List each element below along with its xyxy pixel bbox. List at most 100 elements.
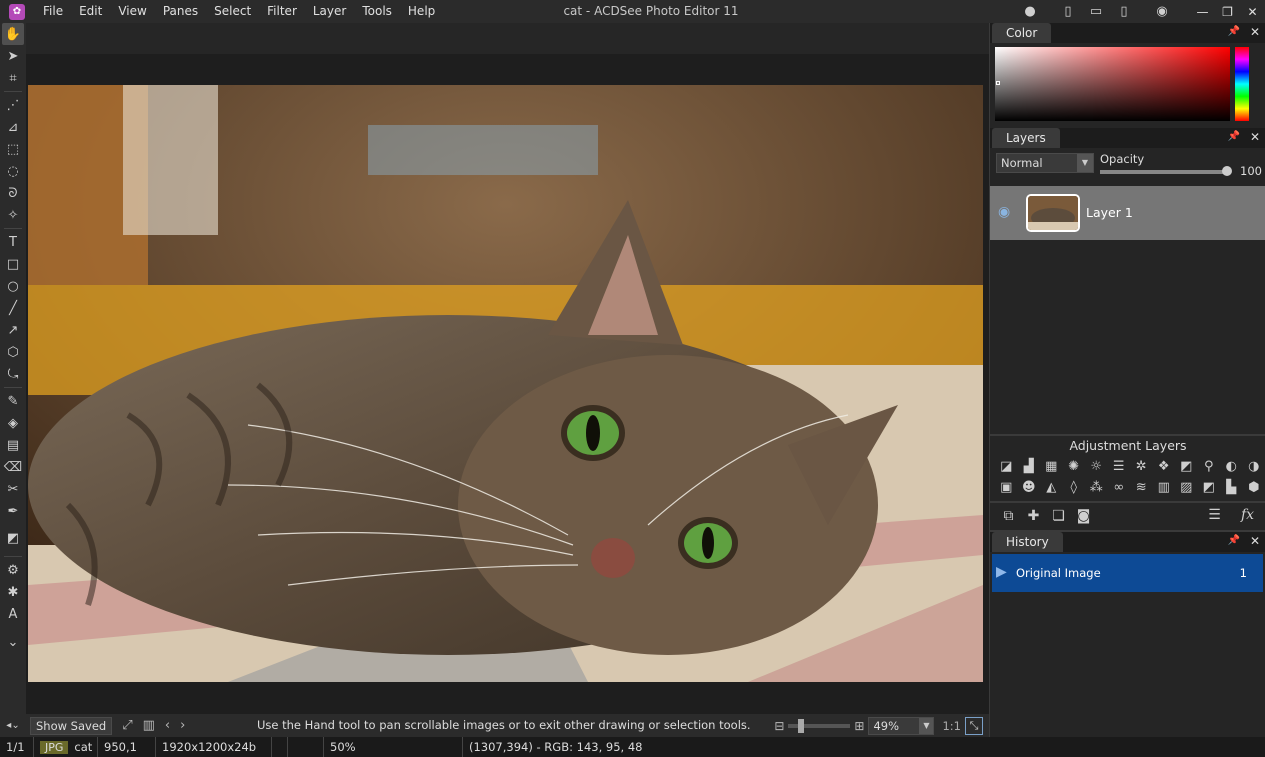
- menu-filter[interactable]: Filter: [259, 0, 305, 23]
- next-arrow-icon[interactable]: ›: [180, 718, 185, 733]
- toolbar-expand-icon[interactable]: ⌄: [0, 631, 26, 653]
- histogram-adjust-icon[interactable]: ▙: [1220, 480, 1243, 495]
- color-balance-icon[interactable]: ☰: [1108, 459, 1131, 474]
- rectangle-select-icon[interactable]: ⬚: [0, 138, 26, 160]
- hand-tool-icon[interactable]: ✋: [2, 23, 24, 45]
- close-icon[interactable]: ✕: [1250, 534, 1260, 548]
- opacity-slider-thumb[interactable]: [1222, 166, 1232, 176]
- menu-view[interactable]: View: [110, 0, 154, 23]
- restore-button[interactable]: ❐: [1215, 0, 1240, 23]
- menu-layer[interactable]: Layer: [305, 0, 354, 23]
- split-tone-icon[interactable]: ◩: [1198, 480, 1221, 495]
- levels-icon[interactable]: ▟: [1018, 459, 1041, 474]
- ellipse-tool-icon[interactable]: ○: [0, 275, 26, 297]
- eraser-tool-icon[interactable]: ⌫: [0, 456, 26, 478]
- tab-layers[interactable]: Layers: [992, 128, 1060, 148]
- account-icon[interactable]: ●: [1016, 0, 1044, 23]
- menu-help[interactable]: Help: [400, 0, 443, 23]
- curve-tool-icon[interactable]: ⤿: [0, 363, 26, 385]
- mask-layer-icon[interactable]: ◙: [1071, 508, 1096, 524]
- menu-panes[interactable]: Panes: [155, 0, 206, 23]
- menu-file[interactable]: File: [35, 0, 71, 23]
- actual-size-button[interactable]: 1:1: [942, 719, 961, 733]
- tab-history[interactable]: History: [992, 532, 1063, 552]
- repair-tool-icon[interactable]: ✱: [0, 581, 26, 603]
- app-logo-icon[interactable]: ✿: [9, 3, 25, 20]
- invert-icon[interactable]: ◐: [1220, 459, 1243, 474]
- polygon-tool-icon[interactable]: ⬡: [0, 341, 26, 363]
- left-pane-toggle-icon[interactable]: ▯: [1054, 0, 1082, 23]
- sharpen-icon[interactable]: ◭: [1040, 480, 1063, 495]
- fit-screen-icon[interactable]: ⤢: [122, 718, 132, 733]
- clone-tool-icon[interactable]: ✂: [0, 478, 26, 500]
- close-icon[interactable]: ✕: [1250, 130, 1260, 144]
- text-style-tool-icon[interactable]: A: [0, 603, 26, 625]
- add-layer-icon[interactable]: ✚: [1021, 508, 1046, 524]
- crop-tool-icon[interactable]: ⌗: [0, 67, 26, 89]
- bottom-pane-toggle-icon[interactable]: ▭: [1082, 0, 1110, 23]
- red-eye-tool-icon[interactable]: ⚙: [0, 559, 26, 581]
- dropper-icon[interactable]: ⚲: [1198, 459, 1221, 474]
- menu-tools[interactable]: Tools: [354, 0, 400, 23]
- text-tool-icon[interactable]: T: [0, 231, 26, 253]
- toolbar-collapse-icon[interactable]: ◂⌄: [0, 714, 26, 737]
- gradient-tool-icon[interactable]: ▤: [0, 434, 26, 456]
- minimize-button[interactable]: —: [1190, 0, 1215, 23]
- glasses-icon[interactable]: ∞: [1108, 480, 1131, 495]
- drop-icon[interactable]: ◊: [1063, 480, 1086, 495]
- pin-icon[interactable]: 📌: [1228, 535, 1240, 546]
- blend-mode-select[interactable]: Normal ▼: [996, 153, 1094, 173]
- landscape-icon[interactable]: ▨: [1175, 480, 1198, 495]
- cube-icon[interactable]: ⬢: [1243, 480, 1265, 495]
- color-picker-marker[interactable]: [996, 81, 1000, 85]
- pin-icon[interactable]: 📌: [1228, 131, 1240, 142]
- zoom-out-icon[interactable]: ⊟: [774, 719, 784, 733]
- portrait-icon[interactable]: ☻: [1018, 480, 1041, 495]
- eyedropper-tool-icon[interactable]: ✒: [0, 500, 26, 522]
- rectangle-tool-icon[interactable]: □: [0, 253, 26, 275]
- show-saved-button[interactable]: Show Saved: [30, 716, 113, 735]
- histogram-icon[interactable]: ▥: [143, 718, 155, 733]
- canvas-area[interactable]: [26, 23, 989, 714]
- lasso-tool-icon[interactable]: ᘐ: [0, 182, 26, 204]
- light-eq-icon[interactable]: ✺: [1063, 459, 1086, 474]
- zoom-in-icon[interactable]: ⊞: [854, 719, 864, 733]
- right-pane-toggle-icon[interactable]: ▯: [1110, 0, 1138, 23]
- opacity-slider[interactable]: [1100, 170, 1226, 174]
- hue-slider[interactable]: [1235, 47, 1249, 121]
- fx-icon[interactable]: fx: [1235, 507, 1260, 523]
- brightness-icon[interactable]: ☼: [1085, 459, 1108, 474]
- exposure-icon[interactable]: ◪: [995, 459, 1018, 474]
- curves-icon[interactable]: ▦: [1040, 459, 1063, 474]
- chevron-down-icon[interactable]: ▼: [1077, 154, 1093, 172]
- close-window-button[interactable]: ✕: [1240, 0, 1265, 23]
- layer-menu-icon[interactable]: ☰: [1202, 507, 1227, 523]
- tone-icon[interactable]: ✲: [1130, 459, 1153, 474]
- ellipse-select-icon[interactable]: ◌: [0, 160, 26, 182]
- eye-icon[interactable]: ◉: [998, 204, 1010, 220]
- brush-tool-icon[interactable]: ✎: [0, 390, 26, 412]
- selection-brush-icon[interactable]: ⋰: [0, 94, 26, 116]
- fit-window-icon[interactable]: ⤡: [965, 716, 983, 735]
- preview-eye-icon[interactable]: ◉: [1148, 0, 1176, 23]
- noise-icon[interactable]: ⁂: [1085, 480, 1108, 495]
- history-entry[interactable]: ▶ Original Image 1: [992, 554, 1263, 592]
- color-swatches-icon[interactable]: ◩: [0, 522, 26, 554]
- menu-select[interactable]: Select: [206, 0, 259, 23]
- layer-row[interactable]: ◉ Layer 1: [990, 186, 1265, 240]
- pin-icon[interactable]: 📌: [1228, 26, 1240, 37]
- menu-edit[interactable]: Edit: [71, 0, 110, 23]
- previous-arrow-icon[interactable]: ‹: [165, 718, 170, 733]
- gradient-map-icon[interactable]: ▥: [1153, 480, 1176, 495]
- duplicate-layer-icon[interactable]: ❏: [1046, 508, 1071, 524]
- tab-color[interactable]: Color: [992, 23, 1052, 43]
- photo-filter-icon[interactable]: ◩: [1175, 459, 1198, 474]
- magic-wand-icon[interactable]: ✧: [0, 204, 26, 226]
- polygon-lasso-icon[interactable]: ⊿: [0, 116, 26, 138]
- camera-icon[interactable]: ▣: [995, 480, 1018, 495]
- stamp-layer-icon[interactable]: ⧉: [996, 508, 1021, 524]
- zoom-slider[interactable]: [788, 718, 851, 733]
- haze-icon[interactable]: ≋: [1130, 480, 1153, 495]
- color-eq-icon[interactable]: ❖: [1153, 459, 1176, 474]
- line-tool-icon[interactable]: ╱: [0, 297, 26, 319]
